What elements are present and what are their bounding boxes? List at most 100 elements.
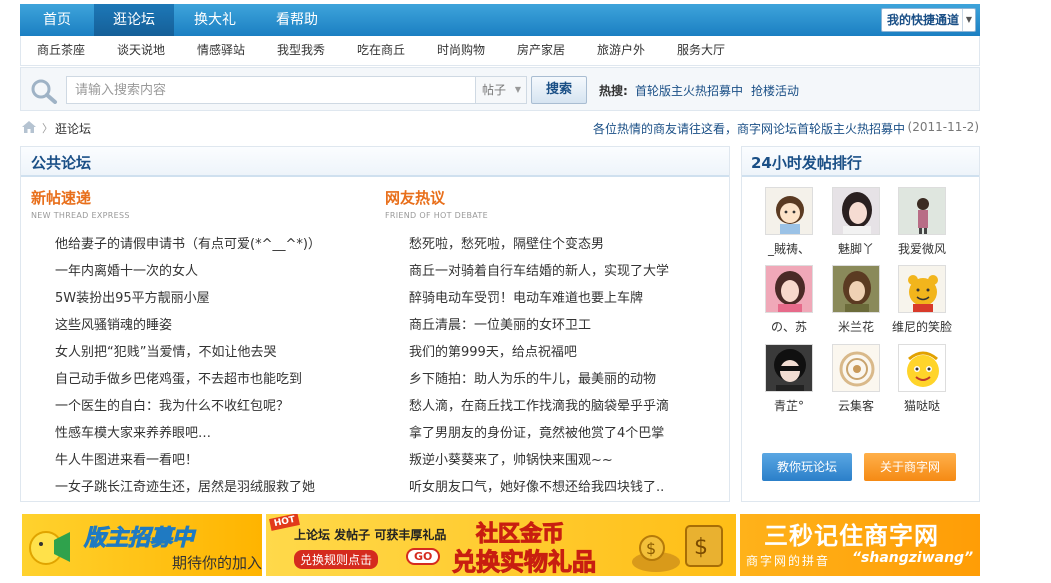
new-thread-link[interactable]: 一女子跳长江奇迹生还，居然是羽绒服救了她 — [55, 476, 315, 495]
subnav-item[interactable]: 我型我秀 — [277, 36, 325, 64]
user-name: の、苏 — [770, 320, 807, 334]
coin-exchange-banner[interactable]: HOT 上论坛 发帖子 可获丰厚礼品 兑换规则点击 GO 社区金币 兑换实物礼品… — [266, 514, 736, 576]
public-forum-panel: 公共论坛 新帖速递 NEW THREAD EXPRESS 网友热议 FRIEND… — [20, 146, 730, 502]
new-threads-subtitle: NEW THREAD EXPRESS — [31, 211, 130, 220]
hot-search-link[interactable]: 首轮版主火热招募中 — [635, 82, 743, 99]
hot-debate-link[interactable]: 叛逆小葵葵来了，帅锅快来围观~~ — [409, 449, 613, 468]
hot-debate-subtitle: FRIEND OF HOT DEBATE — [385, 211, 488, 220]
nav-home[interactable]: 首页 — [20, 4, 94, 36]
notice-date: (2011-11-2) — [907, 120, 979, 134]
panel-header: 公共论坛 — [21, 147, 729, 177]
about-site-button[interactable]: 关于商字网 — [864, 453, 956, 481]
exchange-rule-link[interactable]: 兑换规则点击 — [294, 550, 379, 569]
search-type-value: 帖子 — [482, 83, 507, 97]
breadcrumb-separator-icon: 〉 — [42, 122, 53, 135]
subnav-item[interactable]: 谈天说地 — [117, 36, 165, 64]
ranking-user[interactable]: の、苏 — [757, 265, 821, 341]
hot-debate-link[interactable]: 乡下随拍：助人为乐的牛儿，最美丽的动物 — [409, 368, 656, 387]
avatar — [765, 344, 813, 392]
megaphone-icon — [29, 531, 70, 565]
new-thread-link[interactable]: 这些风骚销魂的睡姿 — [55, 314, 172, 333]
hot-debate-link[interactable]: 醉骑电动车受罚！电动车难道也要上车牌 — [409, 287, 643, 306]
ranking-user[interactable]: 米兰花 — [824, 265, 888, 341]
ranking-user[interactable]: _賊祷、 — [757, 187, 821, 263]
search-bar: 帖子 ▼ 搜索 热搜: 首轮版主火热招募中 抢楼活动 — [20, 67, 980, 111]
hot-debate-link[interactable]: 拿了男朋友的身份证，竟然被他赏了4个巴掌 — [409, 422, 664, 441]
ranking-header: 24小时发帖排行 — [742, 147, 979, 177]
subnav-item[interactable]: 时尚购物 — [437, 36, 485, 64]
ranking-title: 24小时发帖排行 — [751, 154, 862, 172]
banner-pinyin: “shangziwang” — [852, 550, 974, 566]
breadcrumb-current: 逛论坛 — [55, 122, 92, 136]
sub-nav: 商丘茶座 谈天说地 情感驿站 我型我秀 吃在商丘 时尚购物 房产家居 旅游户外 … — [20, 36, 980, 66]
ranking-user[interactable]: 青芷° — [757, 344, 821, 420]
hot-debate-link[interactable]: 商丘清晨：一位美丽的女环卫工 — [409, 314, 591, 333]
search-type-select[interactable]: 帖子 ▼ — [475, 76, 527, 104]
avatar — [765, 187, 813, 235]
avatar — [898, 344, 946, 392]
avatar — [832, 265, 880, 313]
hot-debate-link[interactable]: 听女朋友口气，她好像不想还给我四块钱了.. — [409, 476, 664, 495]
gold-coins-icon: $ $ — [632, 525, 723, 572]
new-thread-link[interactable]: 女人别把“犯贱”当爱情，不如让他去哭 — [55, 341, 276, 360]
new-threads-title: 新帖速递 — [31, 189, 92, 207]
user-name: 青芷° — [773, 399, 804, 413]
new-thread-link[interactable]: 他给妻子的请假申请书（有点可爱(*^__^*)） — [55, 233, 321, 252]
hot-debate-link[interactable]: 我们的第999天，给点祝福吧 — [409, 341, 577, 360]
remember-site-banner[interactable]: 三秒记住商字网 商字网的拼音 “shangziwang” — [740, 514, 980, 576]
nav-gifts[interactable]: 换大礼 — [174, 4, 256, 36]
nav-forum[interactable]: 逛论坛 — [94, 4, 174, 36]
home-icon[interactable] — [22, 121, 36, 133]
subnav-item[interactable]: 服务大厅 — [677, 36, 725, 64]
moderator-recruit-banner[interactable]: 版主招募中 期待你的加入 — [22, 514, 262, 576]
ranking-user[interactable]: 魅脚丫 — [824, 187, 888, 263]
ranking-panel: 24小时发帖排行 _賊祷、 魅脚丫 我爱微风 の、苏 米兰花 维尼的笑脸 青芷°… — [741, 146, 980, 502]
svg-text:$: $ — [646, 539, 656, 558]
new-thread-link[interactable]: 牛人牛图进来看一看吧！ — [55, 449, 198, 468]
user-name: 云集客 — [837, 399, 874, 413]
nav-help[interactable]: 看帮助 — [256, 4, 338, 36]
banner-subtitle: 商字网的拼音 — [746, 554, 831, 568]
chevron-down-icon: ▼ — [514, 85, 521, 94]
user-name: 米兰花 — [837, 320, 874, 334]
banner-line: 上论坛 发帖子 可获丰厚礼品 — [294, 528, 447, 542]
ranking-user[interactable]: 云集客 — [824, 344, 888, 420]
hot-debate-link[interactable]: 愁人滴，在商丘找工作找滴我的脑袋晕乎乎滴 — [409, 395, 669, 414]
new-thread-link[interactable]: 一个医生的自白：我为什么不收红包呢？ — [55, 395, 289, 414]
search-button[interactable]: 搜索 — [531, 76, 587, 104]
banner-title: 版主招募中 — [83, 526, 195, 552]
go-button[interactable]: GO — [406, 548, 441, 565]
user-name: 魅脚丫 — [837, 242, 874, 256]
ranking-user[interactable]: 猫哒哒 — [890, 344, 954, 420]
new-thread-link[interactable]: 自己动手做乡巴佬鸡蛋，不去超市也能吃到 — [55, 368, 302, 387]
notice-link[interactable]: 各位热情的商友请往这看，商字网论坛首轮版主火热招募中 — [593, 120, 905, 137]
hot-debate-link[interactable]: 商丘一对骑着自行车结婚的新人，实现了大学 — [409, 260, 669, 279]
avatar — [765, 265, 813, 313]
avatar — [898, 187, 946, 235]
user-name: 维尼的笑脸 — [891, 320, 952, 334]
hot-debate-link[interactable]: 愁死啦，愁死啦，隔壁住个变态男 — [409, 233, 604, 252]
hot-debate-title: 网友热议 — [385, 189, 446, 207]
learn-forum-button[interactable]: 教你玩论坛 — [762, 453, 852, 481]
panel-title: 公共论坛 — [31, 154, 92, 172]
new-thread-link[interactable]: 5W装扮出95平方靓丽小屋 — [55, 287, 210, 306]
chevron-down-icon: ▼ — [962, 9, 975, 31]
subnav-item[interactable]: 吃在商丘 — [357, 36, 405, 64]
quick-access-label: 我的快捷通道 — [887, 13, 960, 27]
subnav-item[interactable]: 情感驿站 — [197, 36, 245, 64]
subnav-item[interactable]: 房产家居 — [517, 36, 565, 64]
hot-search-label: 热搜: — [599, 84, 628, 98]
new-thread-link[interactable]: 一年内离婚十一次的女人 — [55, 260, 198, 279]
user-name: 我爱微风 — [897, 242, 946, 256]
subnav-item[interactable]: 商丘茶座 — [37, 36, 85, 64]
user-name: 猫哒哒 — [903, 399, 940, 413]
hot-search-link[interactable]: 抢楼活动 — [751, 82, 799, 99]
ranking-user[interactable]: 维尼的笑脸 — [890, 265, 954, 341]
breadcrumb: 〉 逛论坛 各位热情的商友请往这看，商字网论坛首轮版主火热招募中 (2011-1… — [20, 118, 980, 138]
quick-access-dropdown[interactable]: 我的快捷通道 ▼ — [881, 8, 976, 32]
search-icon[interactable] — [29, 78, 59, 104]
search-input[interactable] — [66, 76, 476, 104]
new-thread-link[interactable]: 性感车模大家来养养眼吧… — [55, 422, 211, 441]
subnav-item[interactable]: 旅游户外 — [597, 36, 645, 64]
ranking-user[interactable]: 我爱微风 — [890, 187, 954, 263]
